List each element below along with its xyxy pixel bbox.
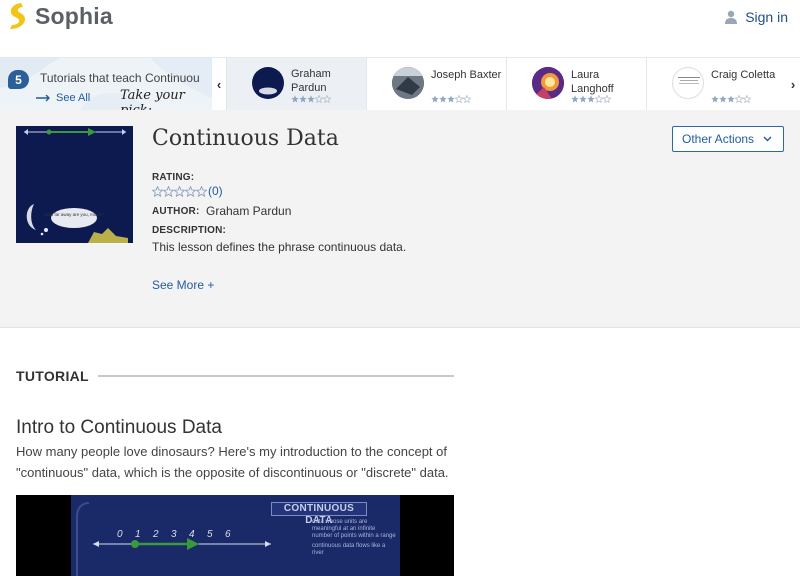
other-actions-button[interactable]: Other Actions	[672, 126, 784, 152]
chevron-right-icon: ›	[790, 76, 796, 92]
tutor-rating-stars	[711, 95, 751, 103]
star-empty-icon	[323, 95, 331, 103]
slide-point: continuous data flows like a river	[312, 543, 386, 556]
section-divider	[98, 375, 454, 377]
star-filled-icon	[307, 95, 315, 103]
star-filled-icon	[571, 95, 579, 103]
tutor-card-joseph-baxter[interactable]: Joseph Baxter	[366, 58, 506, 110]
avatar-image	[392, 67, 424, 99]
signin-link[interactable]: Sign in	[725, 9, 788, 25]
sophia-logo-icon	[10, 3, 25, 29]
tutor-rating-stars	[431, 95, 471, 103]
tutor-rating-stars	[571, 95, 611, 103]
lesson-rating[interactable]: (0)	[152, 184, 223, 198]
star-empty-icon	[455, 95, 463, 103]
carousel-intro-text: Tutorials that teach Continuous Data	[40, 71, 200, 85]
other-actions-label: Other Actions	[682, 132, 755, 146]
tutor-name: Graham Pardun	[291, 68, 331, 94]
star-empty-icon	[163, 185, 174, 197]
star-empty-icon	[185, 185, 196, 197]
signin-label: Sign in	[745, 9, 788, 25]
tutor-avatar	[252, 67, 284, 99]
star-filled-icon	[579, 95, 587, 103]
page-title: Continuous Data	[152, 126, 339, 151]
thumbnail-illustration: How far away are you, moon?	[24, 128, 128, 243]
star-empty-icon	[735, 95, 743, 103]
author-name: Graham Pardun	[206, 204, 292, 218]
thumbnail-bubble-text: How far away are you, moon?	[44, 212, 104, 217]
tutorial-description: How many people love dinosaurs? Here's m…	[16, 444, 449, 480]
see-all-link[interactable]: See All	[36, 92, 90, 104]
chevron-left-icon: ‹	[216, 76, 222, 92]
tutorial-title: Intro to Continuous Data	[16, 417, 222, 438]
star-empty-icon	[595, 95, 603, 103]
star-filled-icon	[711, 95, 719, 103]
star-filled-icon	[719, 95, 727, 103]
star-empty-icon	[463, 95, 471, 103]
star-filled-icon	[299, 95, 307, 103]
star-empty-icon	[196, 185, 207, 197]
tutor-name: Laura Langhoff	[571, 69, 614, 95]
arrow-right-icon	[36, 94, 50, 102]
brand-name: Sophia	[35, 2, 113, 29]
star-filled-icon	[439, 95, 447, 103]
rating-count: (0)	[208, 184, 223, 198]
rating-label: RATING:	[152, 172, 195, 183]
star-empty-icon	[174, 185, 185, 197]
chevron-down-icon	[763, 136, 772, 142]
tutorial-carousel: 5 Tutorials that teach Continuous Data S…	[0, 57, 800, 110]
star-empty-icon	[603, 95, 611, 103]
slide-title: CONTINUOUS DATA	[271, 502, 367, 526]
site-header: Sophia Sign in	[0, 0, 800, 57]
tick-label: 0	[117, 529, 123, 540]
tick-label: 5	[207, 529, 213, 540]
avatar-image	[259, 87, 277, 95]
description-label: DESCRIPTION:	[152, 225, 227, 236]
star-filled-icon	[587, 95, 595, 103]
star-filled-icon	[291, 95, 299, 103]
avatar-image	[678, 77, 700, 84]
person-icon	[725, 10, 738, 24]
slide-text-box: data whose units are meaningful at an in…	[312, 519, 396, 569]
tick-label: 1	[135, 529, 141, 540]
see-all-label: See All	[56, 92, 91, 104]
tutorial-section-heading: TUTORIAL	[16, 368, 89, 384]
lesson-thumbnail[interactable]: How far away are you, moon?	[16, 126, 133, 243]
tutorial-count-badge: 5	[8, 70, 29, 89]
carousel-next-button[interactable]: ›	[786, 58, 800, 110]
tutor-name: Craig Coletta	[711, 69, 776, 81]
lesson-description: This lesson defines the phrase continuou…	[152, 240, 407, 254]
slide-point: data whose units are meaningful at an in…	[312, 519, 396, 539]
tutor-name: Joseph Baxter	[431, 69, 502, 81]
tutor-card-graham-pardun[interactable]: Graham Pardun	[226, 58, 366, 110]
author-label: AUTHOR:	[152, 206, 200, 217]
lesson-hero: How far away are you, moon? Continuous D…	[0, 110, 800, 328]
star-empty-icon	[315, 95, 323, 103]
video-frame: 0 1 2 3 4 5 6 CONTINUOUS DATA data whose…	[71, 495, 400, 576]
number-line-labels: 0 1 2 3 4 5 6	[117, 529, 231, 540]
tick-label: 6	[225, 529, 231, 540]
tutorial-video-player[interactable]: 0 1 2 3 4 5 6 CONTINUOUS DATA data whose…	[16, 495, 454, 576]
tutor-avatar	[532, 67, 564, 99]
star-empty-icon	[743, 95, 751, 103]
star-filled-icon	[727, 95, 735, 103]
tick-label: 3	[171, 529, 177, 540]
take-your-pick-text: Take your pick:	[120, 88, 185, 110]
tutor-card-laura-langhoff[interactable]: Laura Langhoff	[506, 58, 646, 110]
star-filled-icon	[447, 95, 455, 103]
tick-label: 4	[189, 529, 195, 540]
sophia-logo[interactable]: Sophia	[8, 3, 113, 29]
tutor-avatar	[672, 67, 704, 99]
star-filled-icon	[431, 95, 439, 103]
carousel-prev-button[interactable]: ‹	[212, 58, 226, 110]
tutor-card-craig-coletta[interactable]: Craig Coletta	[646, 58, 786, 110]
tick-label: 2	[152, 529, 159, 540]
see-more-link[interactable]: See More +	[152, 278, 214, 292]
star-empty-icon	[152, 185, 163, 197]
tutor-rating-stars	[291, 95, 331, 103]
tutor-avatar	[392, 67, 424, 99]
avatar-image	[532, 67, 564, 99]
carousel-intro: 5 Tutorials that teach Continuous Data S…	[0, 58, 212, 110]
